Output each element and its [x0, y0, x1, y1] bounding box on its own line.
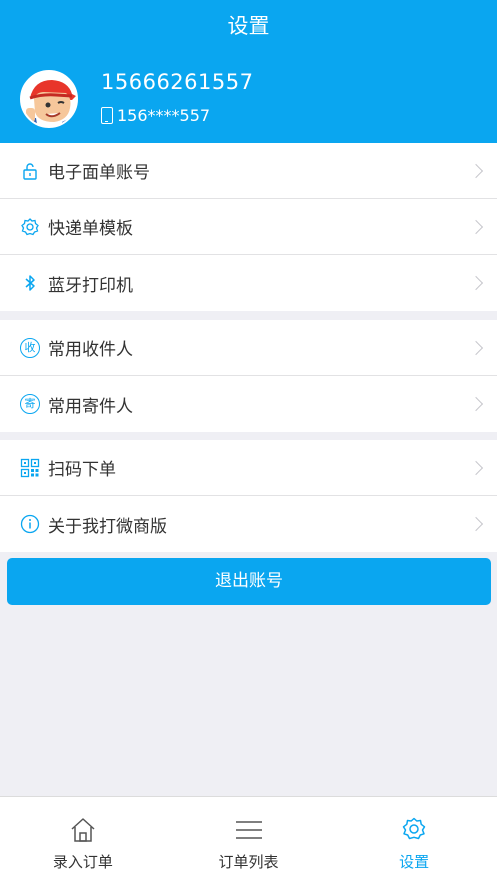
menu-item-label: 常用收件人	[48, 340, 133, 360]
profile-phone-number: 15666261557	[101, 70, 254, 94]
gear-icon	[20, 217, 40, 237]
menu-item-bluetooth-printer[interactable]: 蓝牙打印机	[0, 255, 497, 311]
profile-masked-phone: 156****557	[101, 106, 210, 125]
send-icon-char: 寄	[20, 394, 40, 414]
chevron-right-icon	[468, 396, 484, 412]
tab-settings[interactable]: 设置	[331, 797, 497, 883]
tab-label: 设置	[399, 853, 430, 871]
menu-item-label: 关于我打微商版	[48, 516, 167, 537]
header: 设置 15666261557 156****557	[0, 0, 497, 143]
bluetooth-icon	[20, 273, 40, 293]
receive-icon-char: 收	[20, 337, 40, 358]
masked-phone-text: 156****557	[117, 106, 211, 125]
tab-label: 订单列表	[218, 853, 279, 871]
tab-order-list[interactable]: 订单列表	[166, 797, 332, 883]
info-icon	[20, 514, 40, 534]
tab-label: 录入订单	[52, 853, 113, 871]
chevron-right-icon	[468, 340, 484, 355]
menu-item-express-template[interactable]: 快递单模板	[0, 199, 497, 255]
menu-item-label: 蓝牙打印机	[48, 275, 133, 296]
qr-code-icon	[20, 458, 40, 478]
menu-item-label: 电子面单账号	[48, 163, 150, 183]
menu-item-about[interactable]: 关于我打微商版	[0, 496, 497, 552]
tab-bar: 录入订单 订单列表 设置	[0, 796, 497, 883]
menu-item-frequent-recipients[interactable]: 收 常用收件人	[0, 320, 497, 376]
chevron-right-icon	[468, 275, 484, 291]
receive-icon: 收	[20, 337, 40, 358]
logout-button[interactable]: 退出账号	[7, 558, 491, 605]
settings-group-contacts: 收 常用收件人 寄 常用寄件人	[0, 320, 497, 432]
page-title: 设置	[227, 14, 270, 38]
mobile-phone-icon	[101, 107, 113, 124]
tab-enter-order[interactable]: 录入订单	[0, 797, 166, 883]
home-icon	[69, 817, 97, 843]
menu-item-label: 快递单模板	[48, 219, 133, 239]
unlock-icon	[20, 161, 40, 181]
menu-item-waybill-account[interactable]: 电子面单账号	[0, 143, 497, 199]
settings-group-account: 电子面单账号 快递单模板 蓝牙打印机	[0, 143, 497, 311]
list-icon	[235, 817, 263, 843]
send-icon: 寄	[20, 394, 40, 414]
menu-item-label: 常用寄件人	[48, 396, 133, 417]
avatar[interactable]	[20, 70, 78, 128]
settings-group-misc: 扫码下单 关于我打微商版	[0, 440, 497, 552]
chevron-right-icon	[468, 460, 484, 475]
menu-item-scan-order[interactable]: 扫码下单	[0, 440, 497, 496]
menu-item-label: 扫码下单	[48, 460, 116, 480]
gear-icon	[400, 817, 428, 843]
menu-item-frequent-senders[interactable]: 寄 常用寄件人	[0, 376, 497, 432]
chevron-right-icon	[468, 163, 484, 178]
chevron-right-icon	[468, 516, 484, 532]
chevron-right-icon	[468, 219, 484, 234]
